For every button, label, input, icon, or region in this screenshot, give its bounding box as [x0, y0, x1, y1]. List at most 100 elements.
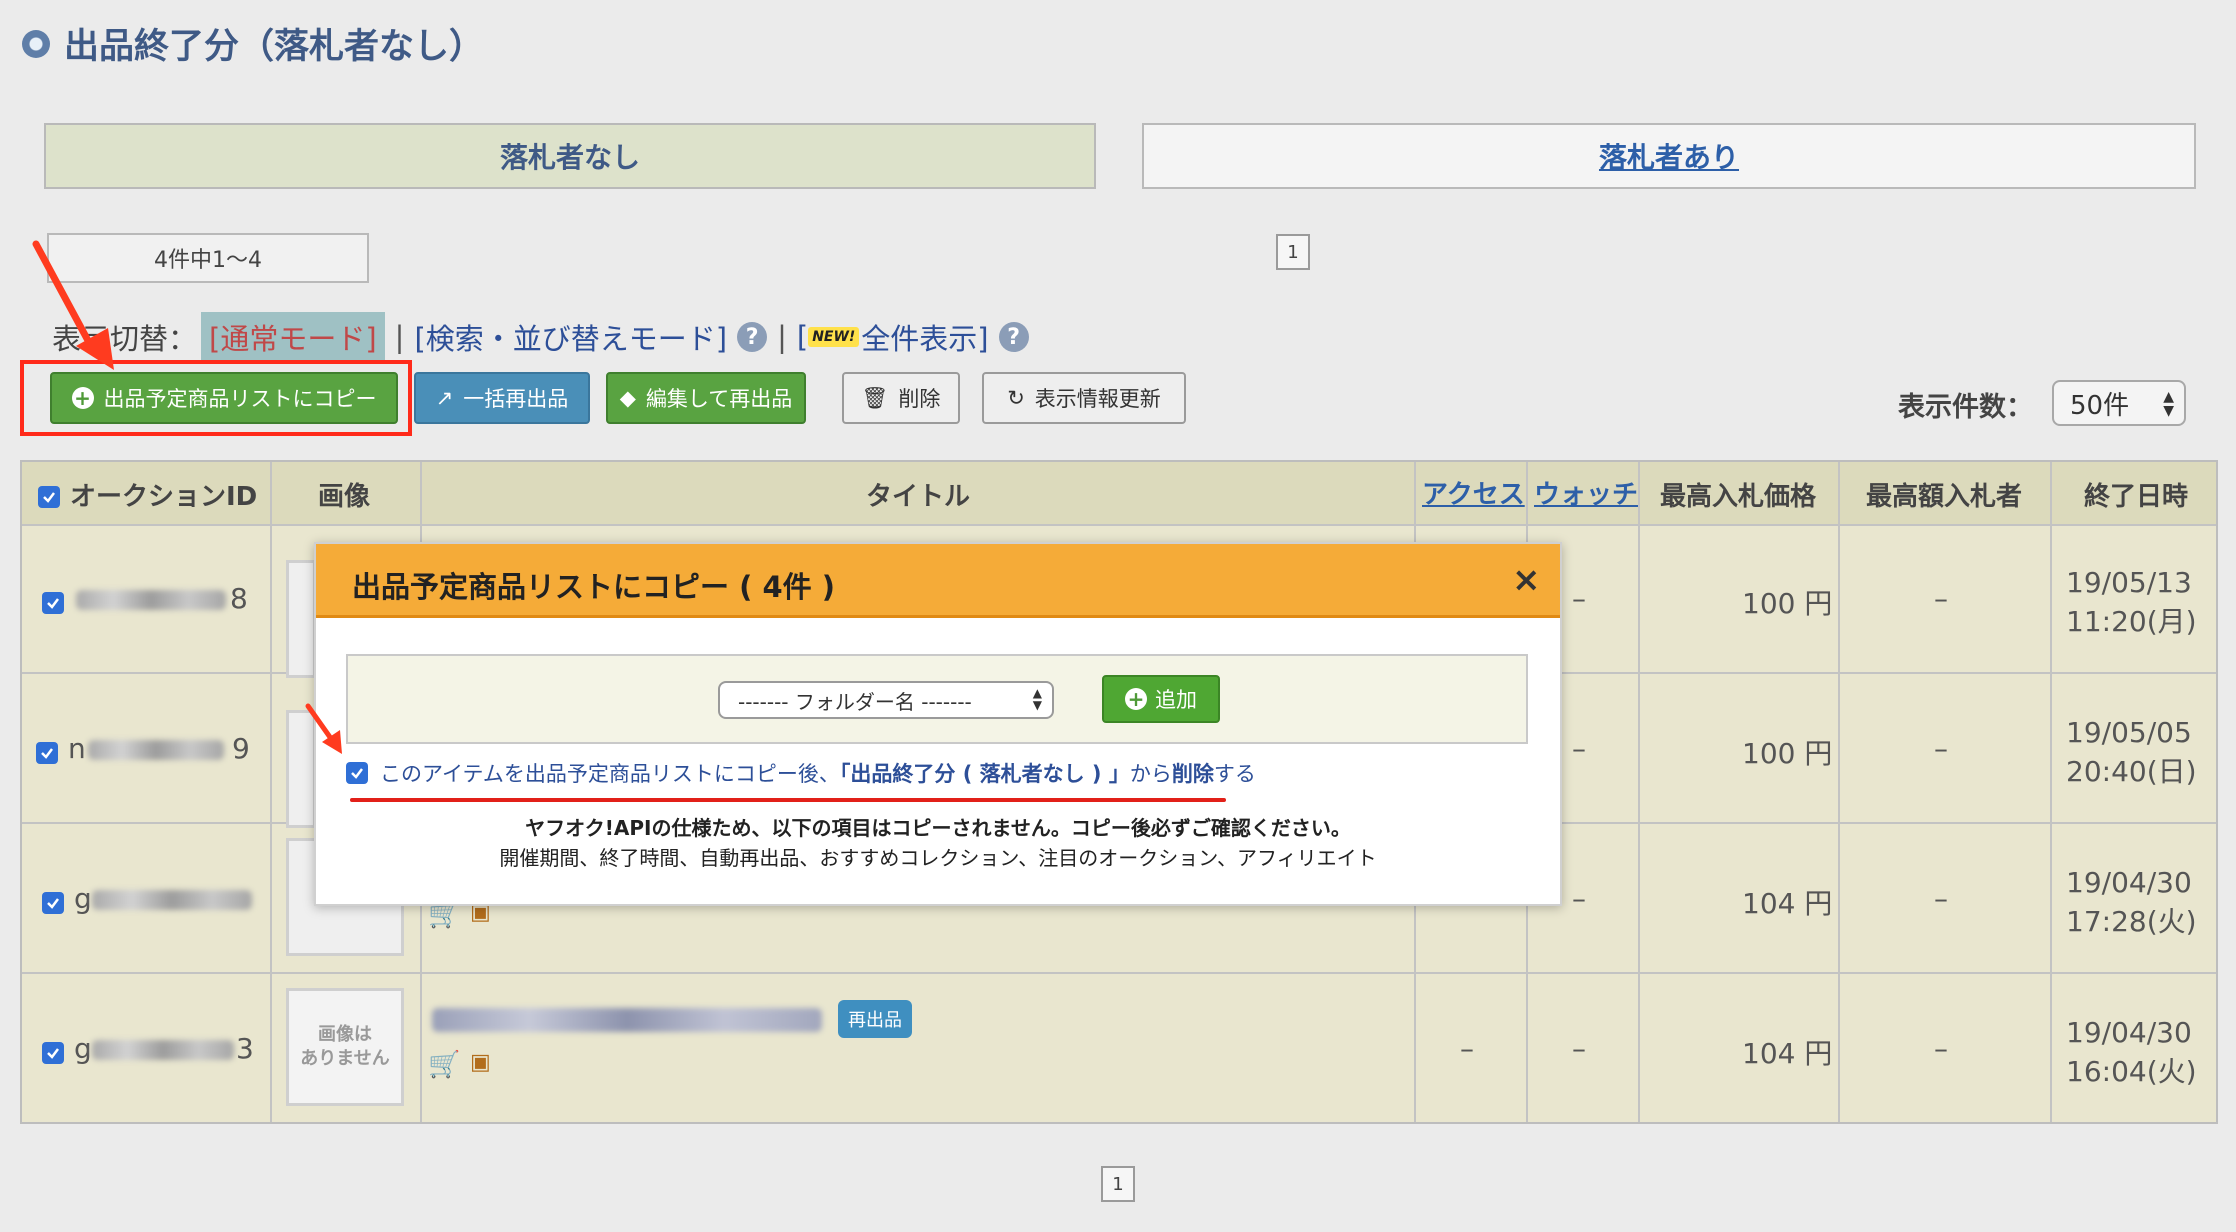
max-bidder-value: –: [1934, 882, 1948, 915]
row-checkbox[interactable]: [42, 892, 64, 914]
access-value: –: [1460, 1032, 1474, 1065]
trash-icon: 🗑: [861, 385, 889, 410]
search-mode-help-icon[interactable]: ?: [737, 322, 768, 352]
select-all-checkbox[interactable]: [38, 486, 60, 508]
display-count-select[interactable]: 50件 ▲ ▼: [2052, 380, 2186, 426]
watch-value: –: [1572, 582, 1586, 615]
max-bid-value: 104 円: [1742, 887, 1833, 920]
no-image-text-2: ありません: [300, 1048, 390, 1069]
pager-bottom-page-1[interactable]: 1: [1101, 1166, 1135, 1202]
header-bullet-icon: [22, 30, 50, 58]
header-watch-sort[interactable]: ウォッチ: [1534, 474, 1638, 511]
col-divider: [1838, 462, 1840, 1122]
col-divider: [270, 462, 272, 1122]
red-arrow-small-annotation-icon: [305, 703, 342, 754]
header-max-bid: 最高入札価格: [1660, 482, 1817, 512]
mode-search-link[interactable]: [検索・並び替えモード]: [414, 316, 727, 358]
end-time: 17:28(火): [2066, 905, 2197, 938]
auction-id-blurred: [92, 890, 252, 910]
auction-id-head: g: [74, 882, 92, 915]
dialog-title: 出品予定商品リストにコピー ( 4件 ): [352, 570, 835, 604]
end-time: 16:04(火): [2066, 1055, 2197, 1088]
auction-id-tail: 8: [230, 582, 248, 615]
header-title: タイトル: [866, 482, 971, 512]
shipping-box-icon: ▣: [470, 1050, 491, 1075]
row-checkbox[interactable]: [36, 742, 58, 764]
bulk-relist-label: 一括再出品: [463, 387, 569, 411]
row-divider: [22, 972, 2216, 974]
pager-top-page-1[interactable]: 1: [1276, 234, 1310, 270]
tag-icon: ◆: [619, 386, 636, 410]
add-button[interactable]: + 追加: [1102, 675, 1220, 723]
api-note-heading: ヤフオク!APIの仕様ため、以下の項目はコピーされません。コピー後必ずご確認くだ…: [525, 816, 1351, 840]
red-arrow-annotation-icon: [32, 240, 114, 370]
end-date: 19/05/13: [2066, 566, 2192, 599]
api-note-items: 開催期間、終了時間、自動再出品、おすすめコレクション、注目のオークション、アフィ…: [499, 846, 1377, 870]
max-bid-value: 104 円: [1742, 1037, 1833, 1070]
header-max-bidder: 最高額入札者: [1866, 482, 2023, 512]
item-title-blurred[interactable]: [432, 1008, 822, 1032]
header-access-sort[interactable]: アクセス: [1422, 474, 1525, 511]
folder-select[interactable]: ------- フォルダー名 ------- ▲ ▼: [718, 681, 1054, 719]
select-arrows-icon: ▲ ▼: [2163, 389, 2174, 419]
watch-value: –: [1572, 1032, 1586, 1065]
page-title: 出品終了分（落札者なし）: [64, 27, 485, 67]
delete-button[interactable]: 🗑 削除: [842, 372, 960, 424]
delete-label: 削除: [898, 387, 941, 411]
mode-all-view-link[interactable]: 全件表示]: [861, 316, 988, 358]
delete-after-copy-checkbox[interactable]: [346, 762, 368, 784]
delete-after-copy-label[interactable]: このアイテムを出品予定商品リストにコピー後、「出品終了分 ( 落札者なし ) 」…: [380, 758, 1256, 788]
check-text-mid: から: [1129, 762, 1172, 786]
tab-with-winner[interactable]: 落札者あり: [1142, 123, 2196, 189]
check-text-post: する: [1213, 762, 1256, 786]
mode-switch-line: 表示切替： [通常モード] | [検索・並び替えモード] ? | [ NEW! …: [52, 312, 1029, 362]
red-underline-annotation: [350, 798, 1226, 802]
check-text-pre: このアイテムを出品予定商品リストにコピー後、: [380, 762, 840, 786]
all-view-help-icon[interactable]: ?: [998, 322, 1029, 352]
display-count-value: 50件: [2070, 390, 2130, 421]
header-image: 画像: [318, 482, 371, 512]
new-badge: NEW!: [808, 327, 860, 347]
mode-all-bracket: [: [796, 320, 809, 354]
refresh-label: 表示情報更新: [1034, 387, 1161, 411]
watch-value: –: [1572, 882, 1586, 915]
refresh-icon: ↻: [1007, 386, 1025, 410]
mode-normal-current[interactable]: [通常モード]: [201, 312, 385, 362]
refresh-info-button[interactable]: ↻ 表示情報更新: [982, 372, 1186, 424]
auction-id-tail: 9: [232, 732, 250, 765]
mode-separator: |: [777, 320, 787, 354]
bulk-relist-button[interactable]: ↗ 一括再出品: [414, 372, 590, 424]
row-checkbox[interactable]: [42, 1042, 64, 1064]
max-bid-value: 100 円: [1742, 587, 1833, 620]
copy-dialog: 出品予定商品リストにコピー ( 4件 ) × ------- フォルダー名 --…: [314, 542, 1562, 906]
header-auction-id: オークションID: [70, 482, 258, 512]
delete-after-copy-option: このアイテムを出品予定商品リストにコピー後、「出品終了分 ( 落札者なし ) 」…: [346, 758, 1256, 788]
watch-value: –: [1572, 732, 1586, 765]
edit-relist-button[interactable]: ◆ 編集して再出品: [606, 372, 806, 424]
edit-relist-label: 編集して再出品: [645, 387, 793, 411]
arrow-up-right-icon: ↗: [435, 386, 454, 410]
tab-no-winner[interactable]: 落札者なし: [44, 123, 1096, 189]
end-date: 19/04/30: [2066, 1016, 2192, 1049]
no-image-text-1: 画像は: [318, 1024, 372, 1045]
max-bidder-value: –: [1934, 582, 1948, 615]
col-divider: [1638, 462, 1640, 1122]
header-end-date: 終了日時: [2084, 482, 2189, 512]
no-image-placeholder[interactable]: 画像は ありません: [286, 988, 404, 1106]
end-date: 19/04/30: [2066, 866, 2192, 899]
mode-separator: |: [394, 320, 405, 354]
item-thumbnail[interactable]: [286, 560, 316, 678]
relist-badge: 再出品: [838, 1000, 912, 1038]
max-bidder-value: –: [1934, 1032, 1948, 1065]
close-icon[interactable]: ×: [1512, 560, 1541, 600]
max-bidder-value: –: [1934, 732, 1948, 765]
row-divider: [22, 524, 2216, 526]
row-checkbox[interactable]: [42, 592, 64, 614]
auction-id-head: n: [68, 732, 86, 765]
add-button-label: 追加: [1155, 688, 1197, 712]
auction-id-blurred: [88, 740, 224, 760]
auction-id-head: g: [74, 1032, 92, 1065]
auction-id-blurred: [92, 1040, 234, 1060]
cart-icon: 🛒: [428, 1050, 461, 1080]
plus-circle-icon: +: [1125, 688, 1147, 710]
